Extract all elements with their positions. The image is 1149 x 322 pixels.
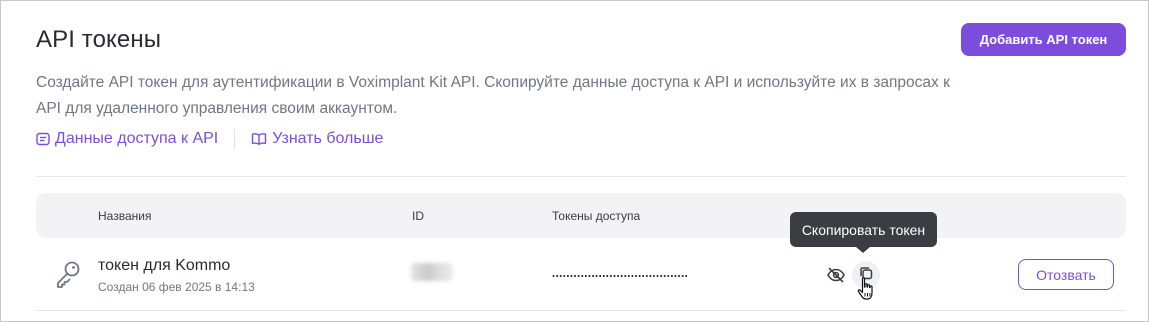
page-title: API токены — [36, 26, 162, 53]
token-id-redacted — [411, 263, 453, 281]
link-divider — [234, 129, 236, 149]
eye-off-icon[interactable] — [826, 266, 846, 289]
access-data-link-label: Данные доступа к API — [55, 130, 219, 147]
token-name: токен для Kommo — [98, 257, 231, 274]
column-header-tokens: Токены доступа — [552, 209, 641, 223]
token-created-date: Создан 06 фев 2025 в 14:13 — [98, 280, 255, 294]
key-icon — [53, 260, 81, 295]
learn-more-link[interactable]: Узнать больше — [251, 130, 383, 148]
learn-more-link-label: Узнать больше — [272, 130, 384, 147]
column-header-name: Названия — [98, 209, 152, 223]
add-api-token-button[interactable]: Добавить API токен — [961, 23, 1126, 56]
document-icon — [36, 132, 50, 146]
hand-cursor-icon — [857, 276, 877, 307]
api-tokens-panel: API токены Добавить API токен Создайте A… — [0, 0, 1149, 322]
revoke-button[interactable]: Отозвать — [1018, 259, 1114, 290]
column-header-id: ID — [412, 209, 424, 223]
info-links: Данные доступа к API Узнать больше — [36, 128, 383, 150]
access-data-link[interactable]: Данные доступа к API — [36, 130, 218, 148]
table-header: Названия ID Токены доступа — [36, 193, 1126, 238]
section-divider — [36, 176, 1126, 177]
token-masked-value: ...................................... — [551, 262, 689, 281]
copy-token-tooltip: Скопировать токен — [790, 212, 937, 247]
row-divider — [36, 310, 1126, 311]
description-text: Создайте API токен для аутентификации в … — [36, 74, 950, 117]
book-icon — [251, 132, 267, 146]
tooltip-arrow — [856, 247, 870, 253]
